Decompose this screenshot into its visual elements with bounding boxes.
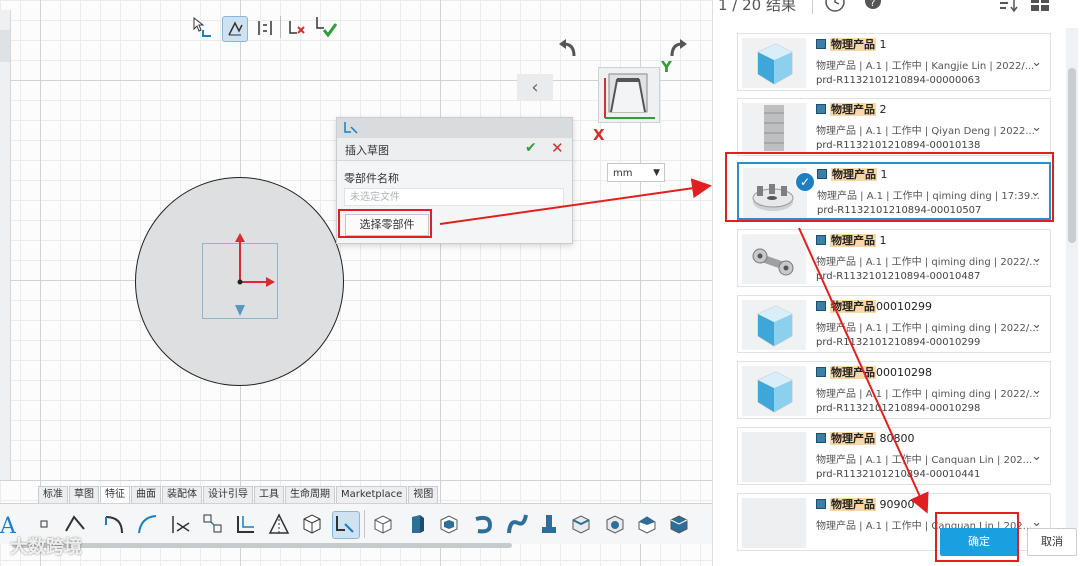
arrow-to-selected-item	[439, 178, 712, 225]
arrow-to-confirm	[798, 227, 929, 514]
annotation-arrows	[439, 178, 929, 514]
